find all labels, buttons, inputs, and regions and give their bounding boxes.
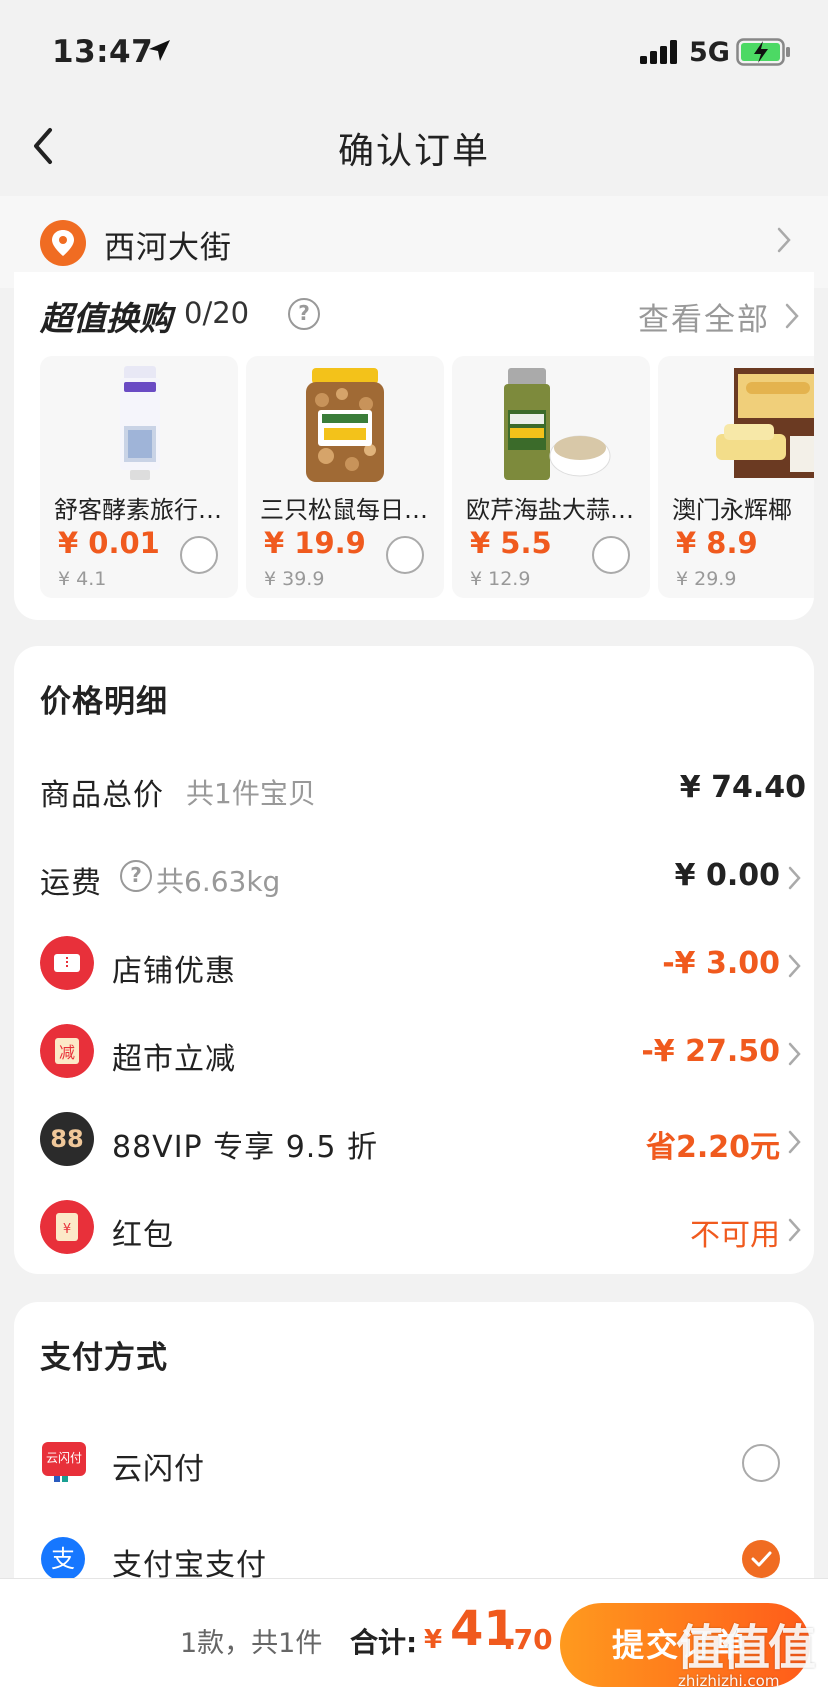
shipping-weight: 共6.63kg <box>156 865 281 898</box>
goods-total-value: ¥ 74.40 <box>679 770 806 805</box>
total-label: 合计: <box>350 1626 418 1659</box>
red-packet-value: 不可用 <box>690 1218 780 1253</box>
chevron-right-icon <box>777 227 791 253</box>
product-original-price: ¥ 29.9 <box>676 568 737 590</box>
exchange-product[interactable]: 澳门永辉椰 ¥ 8.9 ¥ 29.9 <box>658 356 814 598</box>
exchange-header: 超值换购 0/20 ? 查看全部 <box>40 292 800 338</box>
payment-method-label: 云闪付 <box>112 1452 205 1487</box>
order-summary: 1款，共1件 <box>180 1628 323 1659</box>
price-detail-card: 价格明细 商品总价 共1件宝贝 ¥ 74.40 运费 ? 共6.63kg ¥ 0… <box>14 646 814 1274</box>
product-price: ¥ 19.9 <box>264 526 366 560</box>
help-icon[interactable]: ? <box>120 860 152 892</box>
exchange-product[interactable]: 三只松鼠每日… ¥ 19.9 ¥ 39.9 <box>246 356 444 598</box>
store-discount-label: 店铺优惠 <box>112 954 236 989</box>
watermark: 值值值 zhizhizhi.com <box>676 1608 826 1696</box>
market-reduce-label: 超市立减 <box>112 1042 236 1077</box>
exchange-product-list: 舒客酵素旅行… ¥ 0.01 ¥ 4.1 三只松鼠每日… ¥ 19.9 ¥ 39… <box>40 356 814 598</box>
alipay-icon: 支 <box>41 1537 85 1581</box>
exchange-count: 0/20 <box>184 296 250 330</box>
store-discount-row[interactable]: 店铺优惠 -¥ 3.00 <box>40 934 806 994</box>
exchange-product[interactable]: 舒客酵素旅行… ¥ 0.01 ¥ 4.1 <box>40 356 238 598</box>
exchange-product[interactable]: 欧芹海盐大蒜… ¥ 5.5 ¥ 12.9 <box>452 356 650 598</box>
select-radio[interactable] <box>386 536 424 574</box>
vip-label: 88VIP 专享 9.5 折 <box>112 1130 378 1165</box>
payment-radio-selected[interactable] <box>742 1540 780 1578</box>
reduce-icon: 减 <box>40 1024 94 1078</box>
red-packet-label: 红包 <box>112 1218 174 1253</box>
market-reduce-value: -¥ 27.50 <box>641 1034 780 1069</box>
signal-icon <box>640 40 677 64</box>
coupon-icon <box>40 936 94 990</box>
store-discount-value: -¥ 3.00 <box>662 946 780 981</box>
chevron-right-icon <box>788 1130 801 1154</box>
view-all-link[interactable]: 查看全部 <box>638 294 770 339</box>
location-pin-icon <box>40 220 86 266</box>
product-name: 欧芹海盐大蒜… <box>466 496 634 524</box>
goods-total-row: 商品总价 共1件宝贝 ¥ 74.40 <box>40 758 806 818</box>
watermark-logo: 值值值 <box>676 1620 816 1676</box>
status-bar: 13:47 5G <box>0 0 828 100</box>
page-title: 确认订单 <box>337 131 490 172</box>
payment-method-unionpay[interactable]: 云闪付 云闪付 <box>40 1432 806 1492</box>
unionpay-icon: 云闪付 <box>42 1442 86 1482</box>
chevron-right-icon <box>785 303 799 329</box>
chevron-right-icon <box>788 954 801 978</box>
shipping-value: ¥ 0.00 <box>674 858 780 893</box>
payment-title: 支付方式 <box>40 1340 168 1376</box>
location-arrow-icon <box>149 40 170 61</box>
vip-value: 省2.20元 <box>645 1130 780 1165</box>
product-name: 澳门永辉椰 <box>672 496 792 524</box>
shipping-row[interactable]: 运费 ? 共6.63kg ¥ 0.00 <box>40 846 806 906</box>
chevron-right-icon <box>788 1042 801 1066</box>
goods-count: 共1件宝贝 <box>186 777 316 810</box>
red-packet-row[interactable]: ¥ 红包 不可用 <box>40 1198 806 1258</box>
seasoning-bottle-image <box>504 368 611 480</box>
price-detail-title: 价格明细 <box>40 684 168 720</box>
shipping-label: 运费 <box>40 866 102 901</box>
product-price: ¥ 0.01 <box>58 526 160 560</box>
select-radio[interactable] <box>592 536 630 574</box>
svg-text:支: 支 <box>51 1545 75 1573</box>
toothpaste-image <box>120 366 160 480</box>
vip-row[interactable]: 88 88VIP 专享 9.5 折 省2.20元 <box>40 1110 806 1170</box>
check-icon <box>751 1551 772 1567</box>
vip-88-icon: 88 <box>40 1112 94 1166</box>
product-original-price: ¥ 39.9 <box>264 568 325 590</box>
svg-text:¥: ¥ <box>63 1222 71 1237</box>
chevron-right-icon <box>788 866 801 890</box>
product-name: 舒客酵素旅行… <box>54 496 222 524</box>
exchange-card: 超值换购 0/20 ? 查看全部 舒客酵素旅行… ¥ 0.01 ¥ 4.1 三只… <box>14 272 814 620</box>
product-name: 三只松鼠每日… <box>260 496 428 524</box>
watermark-url: zhizhizhi.com <box>678 1672 780 1690</box>
help-icon[interactable]: ? <box>288 298 320 330</box>
payment-radio[interactable] <box>742 1444 780 1482</box>
red-packet-icon: ¥ <box>40 1200 94 1254</box>
total-currency: ¥ <box>424 1625 443 1655</box>
product-price: ¥ 8.9 <box>676 526 758 560</box>
product-price: ¥ 5.5 <box>470 526 552 560</box>
coconut-cake-image <box>716 368 814 478</box>
total-amount-decimal: .70 <box>503 1623 553 1656</box>
network-type: 5G <box>689 37 730 68</box>
nut-jar-image <box>306 368 384 482</box>
nav-bar: 确认订单 <box>0 100 828 196</box>
address-text: 西河大街 <box>104 230 232 266</box>
chevron-right-icon <box>788 1218 801 1242</box>
exchange-title: 超值换购 <box>40 299 172 338</box>
product-original-price: ¥ 4.1 <box>58 568 107 590</box>
status-time: 13:47 <box>52 34 154 70</box>
select-radio[interactable] <box>180 536 218 574</box>
svg-text:云闪付: 云闪付 <box>46 1451 82 1465</box>
goods-total-label: 商品总价 <box>40 778 164 813</box>
product-original-price: ¥ 12.9 <box>470 568 531 590</box>
svg-text:减: 减 <box>59 1043 75 1062</box>
battery-charging-icon <box>736 38 790 66</box>
market-reduce-row[interactable]: 减 超市立减 -¥ 27.50 <box>40 1022 806 1082</box>
